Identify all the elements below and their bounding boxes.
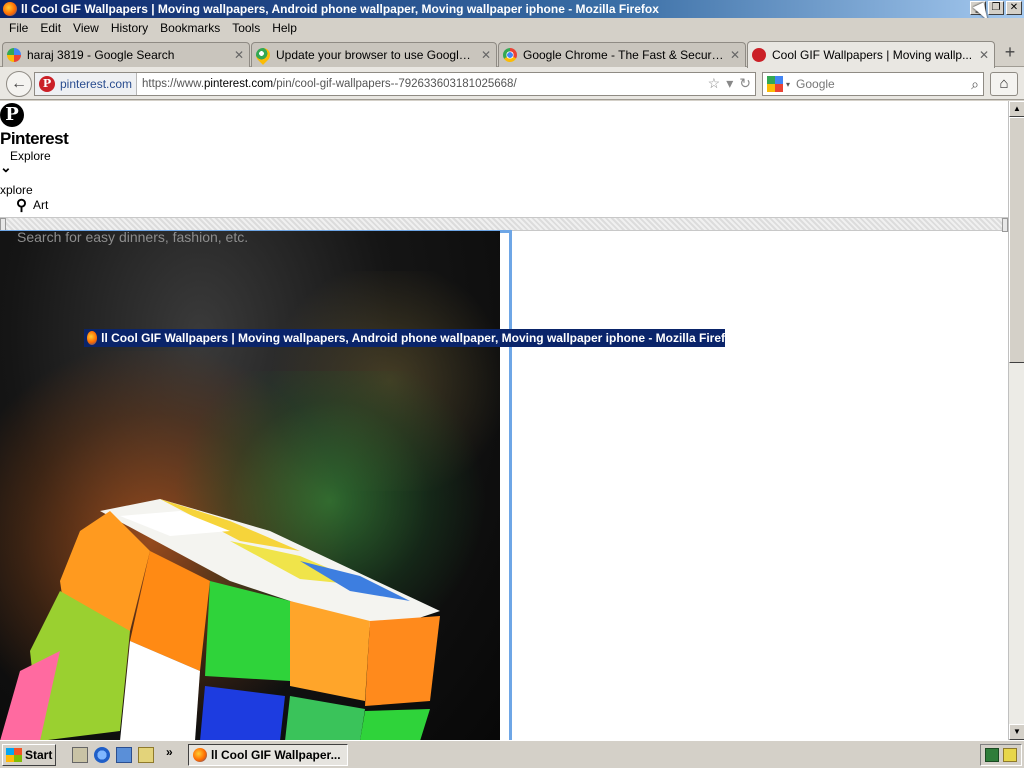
- new-tab-button[interactable]: +: [1000, 43, 1020, 63]
- scrollbar-thumb[interactable]: [1009, 117, 1024, 363]
- google-icon[interactable]: [767, 76, 783, 92]
- back-button[interactable]: ←: [6, 71, 32, 97]
- security-shield-icon[interactable]: [1003, 748, 1017, 762]
- vertical-scrollbar[interactable]: ▲ ▼: [1008, 101, 1024, 740]
- url-prefix: https://www.: [142, 78, 205, 90]
- scroll-up-icon[interactable]: ▲: [1009, 101, 1024, 117]
- site-identity-badge[interactable]: P pinterest.com: [35, 73, 138, 95]
- menu-help[interactable]: Help: [266, 21, 303, 35]
- rubiks-cube-illustration: [0, 499, 440, 740]
- menu-view[interactable]: View: [67, 21, 105, 35]
- dragged-title-text: ll Cool GIF Wallpapers | Moving wallpape…: [101, 331, 725, 345]
- tab-label: Cool GIF Wallpapers | Moving wallp...: [772, 48, 973, 62]
- tab-label: Update your browser to use Google Maps .…: [276, 48, 476, 62]
- navigation-toolbar: ← P pinterest.com https://www.pinterest.…: [0, 67, 1024, 100]
- search-input[interactable]: Google: [796, 77, 835, 91]
- cube-front-sticker: [200, 686, 285, 740]
- search-icon[interactable]: ⚲: [16, 196, 27, 214]
- url-path: /pin/cool-gif-wallpapers--79263360318102…: [273, 78, 517, 90]
- quick-launch-more-icon[interactable]: »: [166, 745, 173, 759]
- cube-front-sticker: [285, 696, 365, 740]
- menu-file[interactable]: File: [3, 21, 34, 35]
- cube-front-sticker: [365, 616, 440, 706]
- tab-google-chrome[interactable]: Google Chrome - The Fast & Secure Web ..…: [498, 42, 746, 67]
- internet-explorer-icon[interactable]: [94, 747, 110, 763]
- desktop-screen: ll Cool GIF Wallpapers | Moving wallpape…: [0, 0, 1024, 768]
- firefox-icon: [193, 748, 207, 762]
- url-dropdown-icon[interactable]: ▾: [726, 75, 733, 92]
- site-badge-label: pinterest.com: [60, 77, 133, 91]
- page-content: P Pinterest Explore ⌄ xplore ⚲ Art Searc…: [0, 101, 1008, 740]
- home-button[interactable]: ⌂: [990, 72, 1018, 96]
- url-bar-icons: ☆ ▾ ↻: [708, 75, 751, 92]
- tab-close-icon[interactable]: ✕: [480, 48, 492, 62]
- close-button[interactable]: ✕: [1006, 1, 1022, 15]
- pinterest-search-input[interactable]: Search for easy dinners, fashion, etc.: [17, 229, 248, 245]
- firefox-icon: [3, 2, 17, 16]
- url-text[interactable]: https://www.pinterest.com/pin/cool-gif-w…: [137, 78, 517, 90]
- taskbar-button-label: ll Cool GIF Wallpaper...: [211, 748, 341, 762]
- network-icon[interactable]: [985, 748, 999, 762]
- art-category-link[interactable]: Art: [33, 198, 48, 212]
- url-bar[interactable]: P pinterest.com https://www.pinterest.co…: [34, 72, 756, 96]
- restore-button[interactable]: ❐: [988, 1, 1004, 15]
- system-tray: [980, 744, 1022, 766]
- tab-google-search[interactable]: haraj 3819 - Google Search ✕: [2, 42, 250, 67]
- menu-bar: File Edit View History Bookmarks Tools H…: [0, 18, 1024, 38]
- taskbar-firefox-button[interactable]: ll Cool GIF Wallpaper...: [188, 744, 348, 766]
- start-label: Start: [25, 748, 53, 762]
- menu-history[interactable]: History: [105, 21, 154, 35]
- outlook-express-icon[interactable]: [116, 747, 132, 763]
- search-icon[interactable]: ⌕: [971, 76, 979, 93]
- maps-pin-icon: [253, 45, 273, 65]
- show-desktop-icon[interactable]: [72, 747, 88, 763]
- pinterest-icon: P: [39, 76, 55, 92]
- search-folder-icon[interactable]: [138, 747, 154, 763]
- pinterest-logo-icon[interactable]: P: [0, 103, 24, 127]
- pinterest-icon: [752, 48, 766, 62]
- start-button[interactable]: Start: [2, 744, 56, 766]
- url-host: pinterest.com: [204, 78, 274, 90]
- explore-link[interactable]: Explore: [10, 149, 51, 163]
- scroll-down-icon[interactable]: ▼: [1009, 724, 1024, 740]
- tab-close-icon[interactable]: ✕: [729, 48, 741, 62]
- image-selection-border: [509, 231, 512, 740]
- tab-label: Google Chrome - The Fast & Secure Web ..…: [523, 48, 725, 62]
- window-titlebar[interactable]: ll Cool GIF Wallpapers | Moving wallpape…: [0, 0, 1024, 18]
- cube-front-sticker: [360, 709, 430, 740]
- brand-name[interactable]: Pinterest: [0, 129, 69, 149]
- chrome-icon: [503, 48, 517, 62]
- tab-strip: haraj 3819 - Google Search ✕ Update your…: [0, 38, 1024, 68]
- tab-close-icon[interactable]: ✕: [233, 48, 245, 62]
- explore-label: xplore: [0, 183, 33, 197]
- tab-close-icon[interactable]: ✕: [978, 48, 990, 62]
- tab-label: haraj 3819 - Google Search: [27, 48, 175, 62]
- dragged-window-title: ll Cool GIF Wallpapers | Moving wallpape…: [84, 329, 725, 347]
- taskbar: Start » ll Cool GIF Wallpaper...: [0, 740, 1024, 768]
- window-title: ll Cool GIF Wallpapers | Moving wallpape…: [21, 2, 659, 16]
- menu-bookmarks[interactable]: Bookmarks: [154, 21, 226, 35]
- bookmark-star-icon[interactable]: ☆: [708, 75, 721, 92]
- firefox-icon: [87, 331, 98, 345]
- menu-edit[interactable]: Edit: [34, 21, 67, 35]
- chevron-down-icon[interactable]: ⌄: [0, 159, 12, 176]
- menu-tools[interactable]: Tools: [226, 21, 266, 35]
- pin-image[interactable]: [0, 231, 500, 740]
- search-bar[interactable]: ▾ Google ⌕: [762, 72, 984, 96]
- windows-logo-icon: [6, 748, 22, 762]
- search-engine-dropdown-icon[interactable]: ▾: [786, 80, 790, 89]
- reload-icon[interactable]: ↻: [739, 75, 751, 92]
- tab-cool-gif-wallpapers[interactable]: Cool GIF Wallpapers | Moving wallp... ✕: [747, 41, 995, 68]
- tab-google-maps[interactable]: Update your browser to use Google Maps .…: [251, 42, 497, 67]
- google-icon: [7, 48, 21, 62]
